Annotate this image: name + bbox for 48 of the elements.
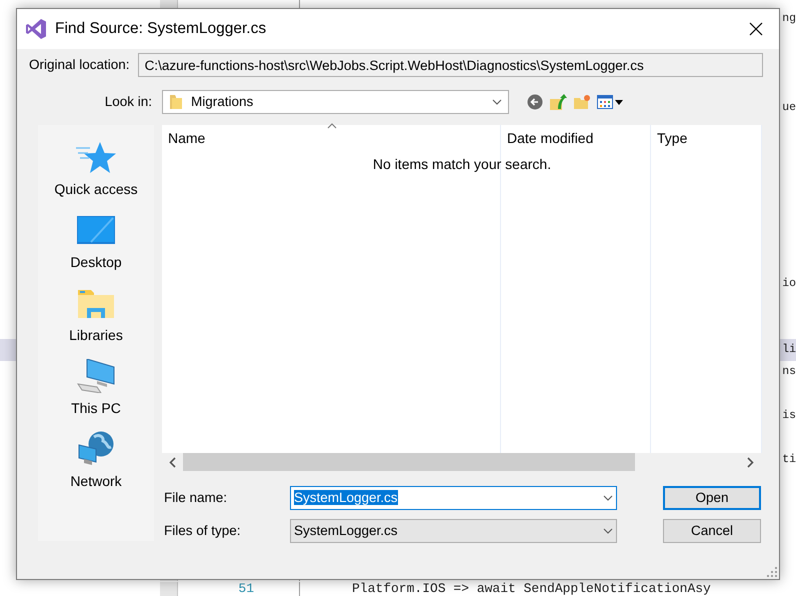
up-folder-button[interactable]	[549, 93, 567, 111]
network-globe-icon	[78, 431, 114, 467]
code-text: ti	[782, 452, 796, 468]
visual-studio-icon	[25, 18, 47, 40]
empty-message: No items match your search.	[372, 155, 552, 174]
dialog-button[interactable]: Open	[663, 486, 761, 510]
close-icon	[749, 22, 763, 36]
code-text: io	[782, 276, 796, 292]
code-text: ue	[782, 100, 796, 116]
library-folder-icon	[76, 287, 115, 319]
chevron-right-icon	[747, 456, 754, 468]
file-type-combobox[interactable]: SystemLogger.cs	[290, 519, 617, 543]
resize-grip-icon	[767, 567, 777, 577]
places-item[interactable]: This PC	[71, 354, 121, 427]
code-text: is	[782, 408, 796, 424]
code-text: ns	[782, 364, 796, 380]
field-label: Files of type:	[163, 522, 242, 540]
folder-up-arrow-icon	[549, 93, 567, 111]
places-item[interactable]: Desktop	[70, 208, 122, 281]
places-item[interactable]: Network	[70, 427, 122, 500]
places-item[interactable]: Quick access	[54, 135, 138, 208]
star-icon	[76, 140, 116, 174]
computer-icon	[76, 359, 115, 393]
dialog-button[interactable]: Cancel	[663, 519, 761, 543]
code-line: Platform.IOS => await SendAppleNotificationAsy	[351, 580, 711, 596]
dropdown-caret-icon	[492, 99, 502, 105]
file-name-combobox[interactable]: SystemLogger.cs	[290, 486, 617, 510]
scroll-thumb[interactable]	[183, 453, 635, 471]
view-menu-button[interactable]	[597, 95, 623, 109]
monitor-icon	[76, 216, 115, 244]
new-folder-icon	[573, 94, 591, 110]
window-title: Find Source: SystemLogger.cs	[55, 19, 266, 40]
field-label: File name:	[163, 488, 228, 507]
places-item[interactable]: Libraries	[69, 281, 123, 354]
look-in-combobox[interactable]: Migrations	[162, 90, 509, 114]
folder-icon	[169, 94, 183, 110]
line-number: 51	[237, 580, 255, 596]
field-label: Original location:	[29, 56, 130, 74]
code-text: ng	[782, 11, 796, 28]
margin-strip	[160, 582, 178, 596]
dropdown-caret-icon	[603, 495, 613, 501]
field-label: Look in:	[104, 92, 153, 111]
back-button[interactable]	[527, 94, 543, 110]
view-grid-icon	[597, 95, 623, 109]
chevron-left-icon	[169, 456, 176, 468]
location-field: C:\azure-functions-host\src\WebJobs.Script.WebHost\Diagnostics\SystemLogger.cs	[138, 53, 763, 77]
code-text: li	[782, 342, 796, 358]
dropdown-caret-icon	[603, 528, 613, 534]
